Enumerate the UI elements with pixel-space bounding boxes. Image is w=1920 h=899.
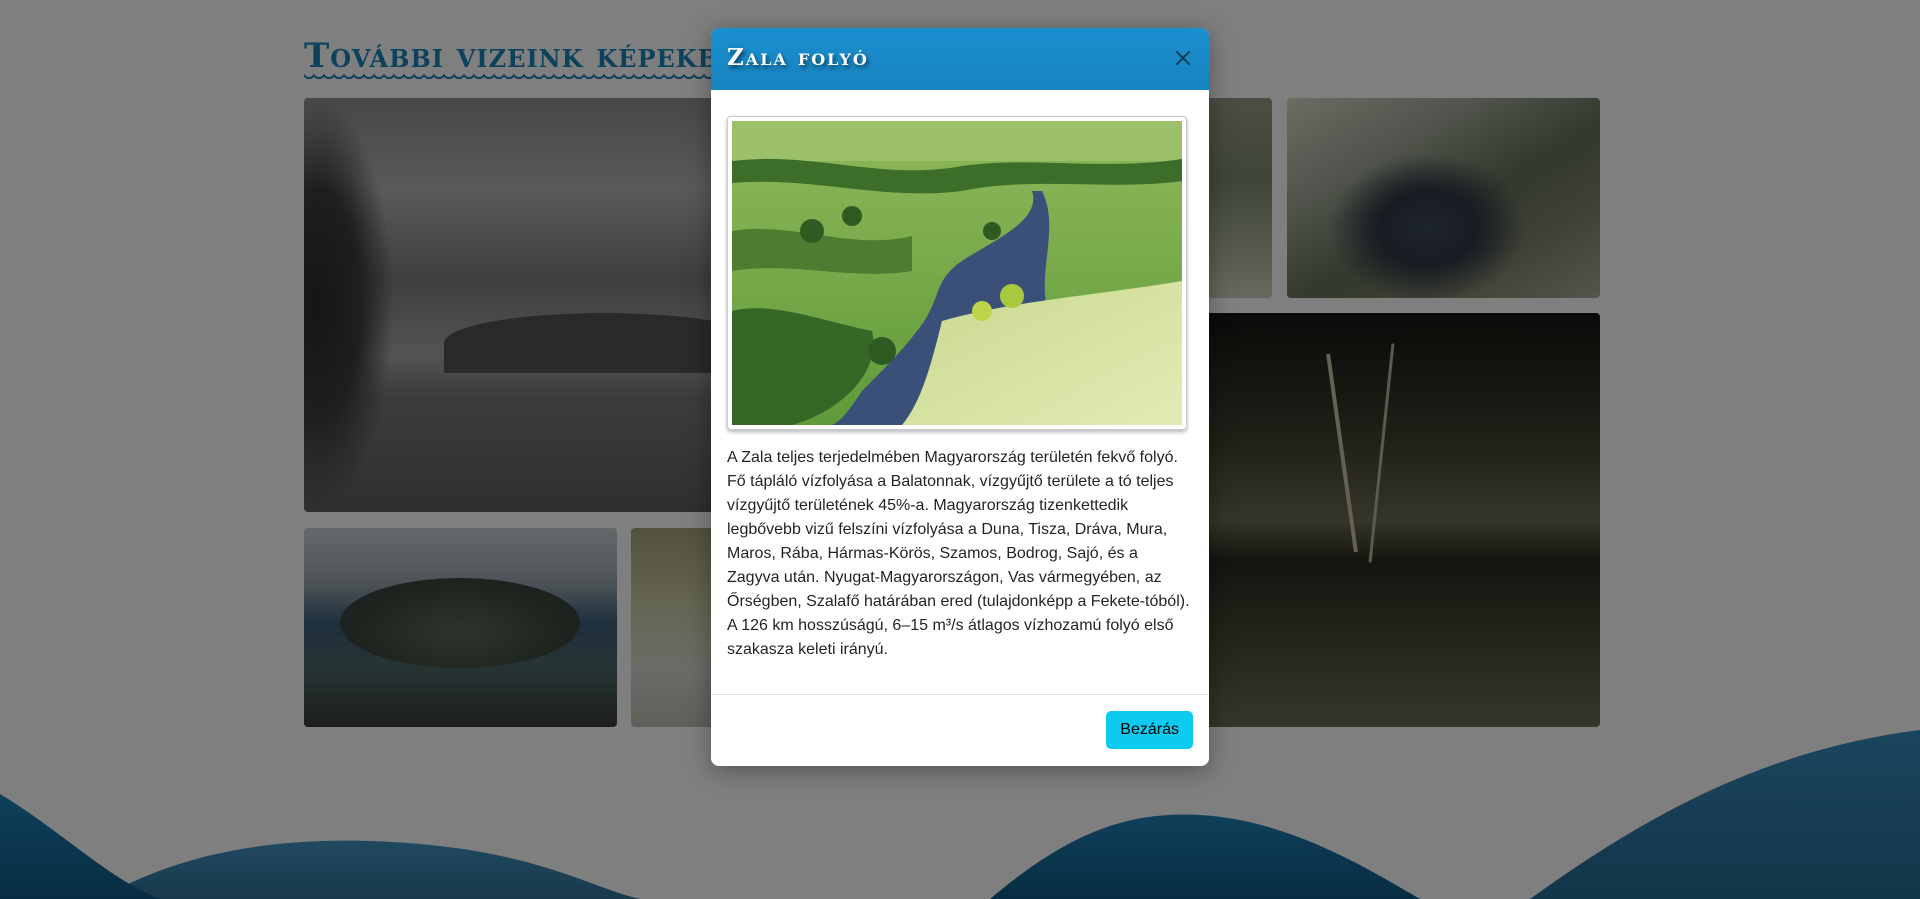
close-icon[interactable] — [1171, 46, 1195, 70]
image-modal: Zala folyó A Zala teljes terjedelmében M… — [711, 28, 1209, 766]
river-photo-illustration — [732, 121, 1182, 425]
modal-header: Zala folyó — [711, 28, 1209, 90]
close-icon-glyph — [1175, 50, 1191, 66]
modal-footer: Bezárás — [711, 694, 1209, 766]
river-aerial-photo — [727, 116, 1187, 430]
close-button[interactable]: Bezárás — [1106, 711, 1193, 749]
modal-title: Zala folyó — [727, 44, 869, 71]
modal-body: A Zala teljes terjedelmében Magyarország… — [727, 116, 1193, 662]
modal-description: A Zala teljes terjedelmében Magyarország… — [727, 449, 1190, 658]
